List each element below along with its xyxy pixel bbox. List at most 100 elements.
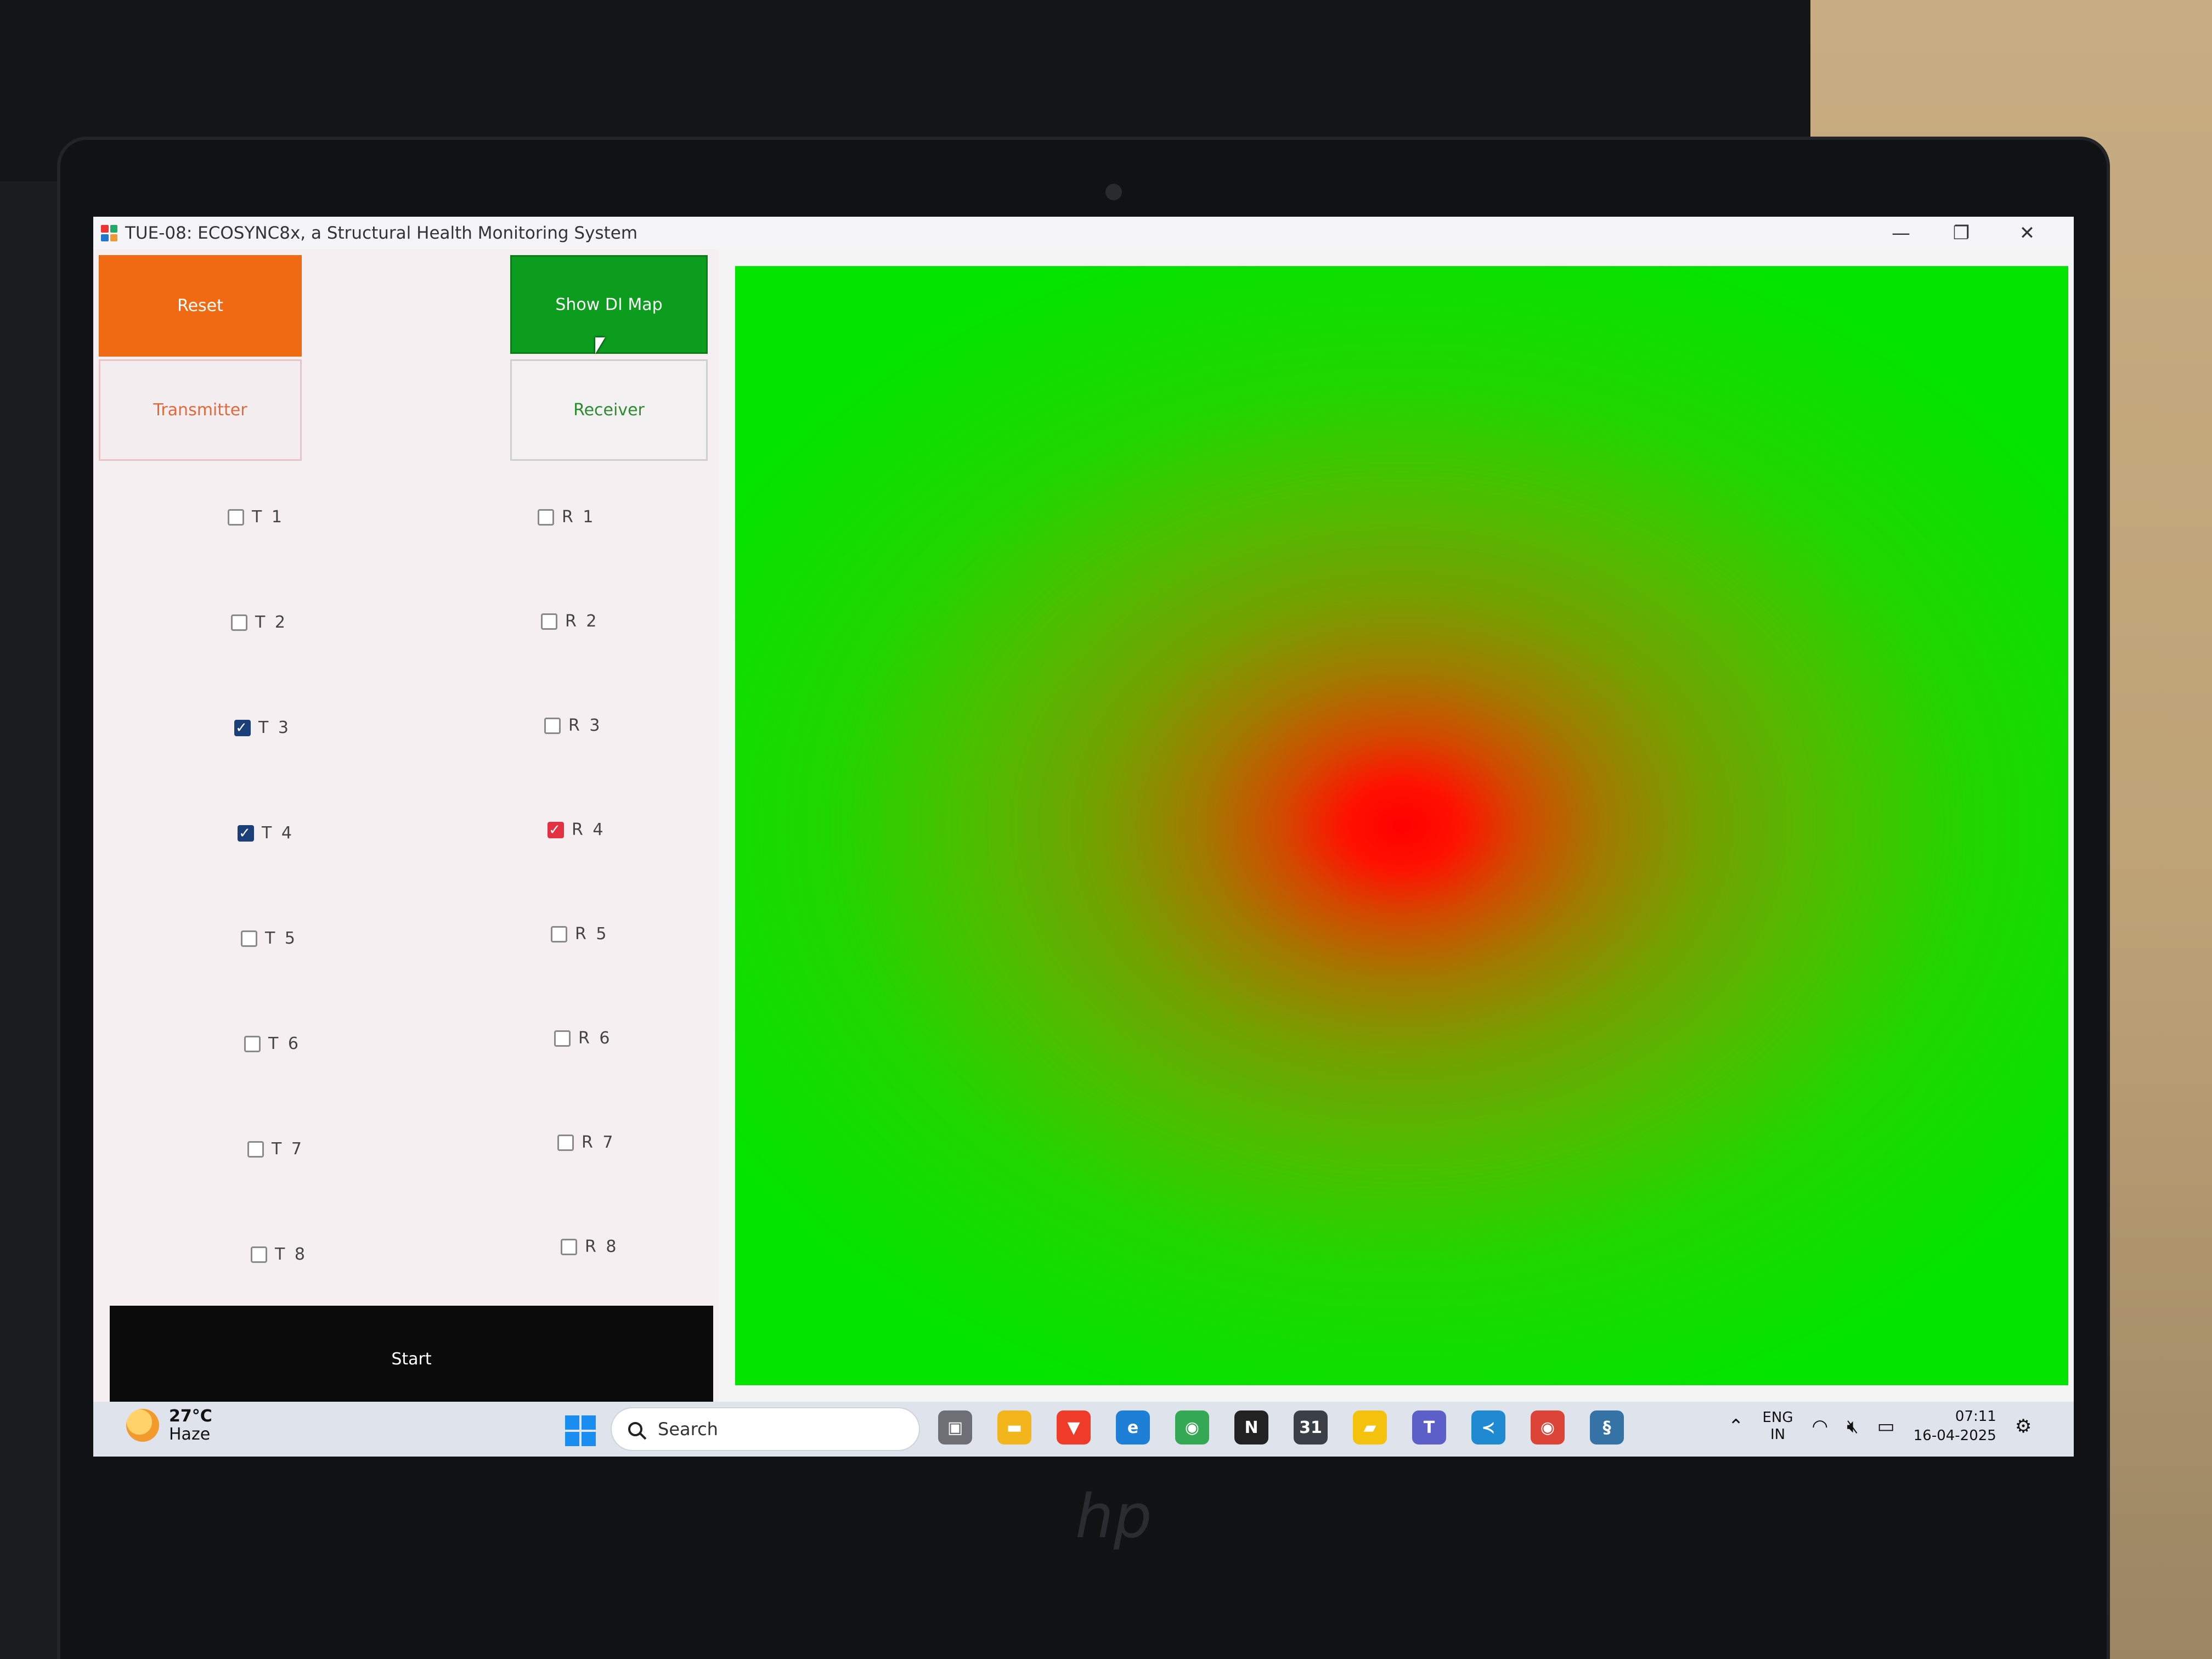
receiver-label: R 3 — [568, 716, 602, 735]
search-icon — [628, 1422, 642, 1436]
python-app-icon[interactable]: § — [1590, 1410, 1624, 1444]
clock-date: 16-04-2025 — [1913, 1427, 1996, 1444]
checkbox-box[interactable] — [551, 926, 567, 943]
task-view-icon[interactable]: ▣ — [938, 1410, 972, 1444]
notification-icon[interactable]: ⚙ — [2015, 1415, 2032, 1437]
receiver-label: R 4 — [572, 820, 606, 839]
transmitter-label: T 7 — [272, 1139, 304, 1159]
receiver-label: R 6 — [578, 1029, 612, 1048]
app-icon — [101, 225, 117, 241]
checkbox-box[interactable] — [244, 1035, 261, 1052]
chrome-profile-icon[interactable]: ◉ — [1531, 1410, 1565, 1444]
webcam-icon — [1105, 184, 1122, 200]
chrome-icon[interactable]: ◉ — [1175, 1410, 1209, 1444]
edge-icon[interactable]: e — [1116, 1410, 1150, 1444]
receiver-checkbox-4[interactable]: ✓ R 4 — [548, 820, 605, 839]
language-indicator[interactable]: ENG IN — [1763, 1409, 1793, 1443]
transmitter-checkbox-2[interactable]: T 2 — [231, 613, 287, 632]
wifi-icon[interactable]: ◠ — [1812, 1415, 1829, 1437]
di-map-panel — [719, 250, 2074, 1402]
taskbar: 27°C Haze Search ▣ ▬ ▼ e ◉ N 31 ▰ T ≺ ◉ § ⌃ ENG IN … — [93, 1402, 2074, 1457]
receiver-checkbox-7[interactable]: R 7 — [557, 1133, 615, 1152]
reset-button[interactable]: Reset — [99, 255, 302, 357]
receiver-checkbox-6[interactable]: R 6 — [554, 1029, 612, 1048]
pinned-apps: ▣ ▬ ▼ e ◉ N 31 ▰ T ≺ ◉ § — [938, 1410, 1624, 1444]
file-explorer-icon[interactable]: ▬ — [997, 1410, 1031, 1444]
transmitter-label: T 3 — [258, 718, 291, 737]
window-title: TUE-08: ECOSYNC8x, a Structural Health M… — [125, 223, 638, 243]
checkmark-icon[interactable]: ✓ — [548, 821, 564, 838]
hp-logo: hp — [1075, 1481, 1152, 1551]
weather-condition: Haze — [169, 1425, 211, 1444]
checkbox-box[interactable] — [557, 1134, 574, 1151]
receiver-label: R 7 — [582, 1133, 616, 1152]
system-tray: ⌃ ENG IN ◠ 🔇︎ ▭ 07:11 16-04-2025 ⚙ — [1728, 1407, 2032, 1446]
mouse-cursor-icon — [595, 337, 605, 354]
chevron-up-icon[interactable]: ⌃ — [1728, 1415, 1744, 1437]
control-panel: Reset Show DI Map Transmitter Receiver T… — [93, 250, 719, 1402]
screen: TUE-08: ECOSYNC8x, a Structural Health M… — [93, 217, 2074, 1457]
taskbar-search-box[interactable]: Search — [612, 1408, 919, 1450]
checkmark-icon[interactable]: ✓ — [238, 825, 254, 842]
restore-button[interactable]: ❐ — [1931, 217, 1991, 250]
volume-muted-icon[interactable]: 🔇︎ — [1847, 1415, 1858, 1437]
notion-icon[interactable]: N — [1234, 1410, 1268, 1444]
checkbox-box[interactable] — [228, 509, 244, 526]
transmitter-label: T 5 — [265, 929, 297, 948]
checkbox-box[interactable] — [247, 1141, 264, 1158]
search-placeholder: Search — [658, 1419, 718, 1440]
transmitter-checkbox-7[interactable]: T 7 — [247, 1139, 304, 1159]
calendar-icon[interactable]: 31 — [1294, 1410, 1328, 1444]
receiver-checkbox-8[interactable]: R 8 — [561, 1237, 618, 1256]
checkbox-box[interactable] — [554, 1030, 571, 1047]
clock[interactable]: 07:11 16-04-2025 — [1914, 1407, 1996, 1446]
checkbox-box[interactable] — [561, 1238, 577, 1255]
teams-icon[interactable]: T — [1412, 1410, 1446, 1444]
region-code: IN — [1770, 1426, 1786, 1443]
brave-icon[interactable]: ▼ — [1057, 1410, 1091, 1444]
haze-weather-icon — [126, 1409, 159, 1442]
transmitter-checkbox-4[interactable]: ✓ T 4 — [238, 823, 294, 843]
checkbox-box[interactable] — [538, 509, 554, 526]
receiver-label: R 2 — [565, 612, 599, 631]
sticky-notes-icon[interactable]: ▰ — [1353, 1410, 1387, 1444]
checkbox-box[interactable] — [541, 613, 557, 630]
receiver-label: R 8 — [585, 1237, 619, 1256]
receiver-checkbox-5[interactable]: R 5 — [551, 924, 608, 944]
vscode-icon[interactable]: ≺ — [1471, 1410, 1505, 1444]
transmitter-checkbox-8[interactable]: T 8 — [251, 1245, 307, 1264]
di-map-heatmap — [735, 266, 2068, 1385]
language-code: ENG — [1762, 1409, 1793, 1426]
transmitter-checkbox-5[interactable]: T 5 — [241, 929, 297, 948]
transmitter-checkbox-6[interactable]: T 6 — [244, 1034, 301, 1053]
windows-start-icon[interactable] — [565, 1415, 596, 1446]
transmitter-button[interactable]: Transmitter — [99, 359, 302, 461]
transmitter-checkbox-1[interactable]: T 1 — [228, 507, 284, 527]
weather-temperature: 27°C — [169, 1407, 212, 1426]
transmitter-label: T 6 — [268, 1034, 301, 1053]
start-button[interactable]: Start — [110, 1306, 713, 1413]
checkbox-box[interactable] — [241, 930, 257, 947]
checkbox-box[interactable] — [544, 717, 561, 734]
transmitter-checkbox-3[interactable]: ✓ T 3 — [234, 718, 291, 737]
clock-time: 07:11 — [1955, 1408, 1996, 1425]
title-bar: TUE-08: ECOSYNC8x, a Structural Health M… — [93, 217, 2074, 250]
checkbox-box[interactable] — [251, 1246, 267, 1263]
receiver-button[interactable]: Receiver — [510, 359, 708, 461]
weather-widget[interactable]: 27°C Haze — [126, 1407, 212, 1443]
transmitter-label: T 2 — [255, 613, 287, 632]
transmitter-label: T 1 — [252, 507, 284, 527]
receiver-label: R 1 — [562, 507, 596, 527]
receiver-label: R 5 — [575, 924, 609, 944]
close-button[interactable]: ✕ — [1997, 217, 2057, 250]
battery-icon[interactable]: ▭ — [1877, 1415, 1895, 1437]
minimize-button[interactable]: — — [1871, 217, 1931, 250]
app-window: TUE-08: ECOSYNC8x, a Structural Health M… — [93, 217, 2074, 1413]
checkbox-box[interactable] — [231, 614, 247, 631]
receiver-checkbox-2[interactable]: R 2 — [541, 612, 599, 631]
receiver-checkbox-3[interactable]: R 3 — [544, 716, 602, 735]
transmitter-label: T 8 — [275, 1245, 307, 1264]
checkmark-icon[interactable]: ✓ — [234, 719, 251, 736]
receiver-checkbox-1[interactable]: R 1 — [538, 507, 595, 527]
show-di-map-button[interactable]: Show DI Map — [510, 255, 708, 354]
